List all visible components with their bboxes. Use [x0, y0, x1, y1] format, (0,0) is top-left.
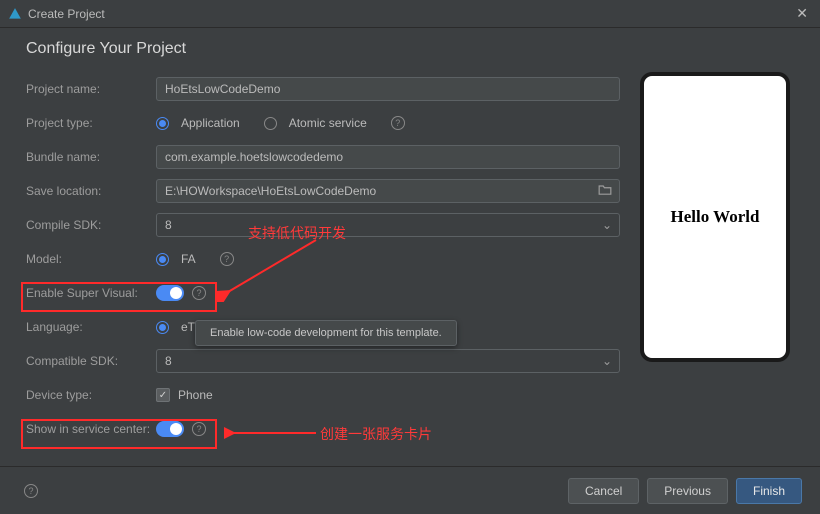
- close-icon[interactable]: ✕: [792, 5, 812, 22]
- toggle-service-center[interactable]: [156, 421, 184, 437]
- compatible-sdk-select[interactable]: 8 ⌄: [156, 349, 620, 373]
- label-compile-sdk: Compile SDK:: [26, 218, 156, 232]
- radio-atomic-service-label: Atomic service: [289, 116, 367, 130]
- radio-atomic-service[interactable]: [264, 117, 277, 130]
- compile-sdk-select[interactable]: 8 ⌄: [156, 213, 620, 237]
- help-icon-super-visual[interactable]: ?: [192, 286, 206, 300]
- checkbox-phone[interactable]: ✓: [156, 388, 170, 402]
- finish-button[interactable]: Finish: [736, 478, 802, 504]
- phone-preview: Hello World: [640, 72, 790, 362]
- window-title: Create Project: [28, 7, 105, 21]
- project-name-input[interactable]: [156, 77, 620, 101]
- tooltip-super-visual: Enable low-code development for this tem…: [195, 320, 457, 346]
- label-project-name: Project name:: [26, 82, 156, 96]
- help-icon-project-type[interactable]: ?: [391, 116, 405, 130]
- toggle-super-visual[interactable]: [156, 285, 184, 301]
- checkbox-phone-label: Phone: [178, 388, 213, 402]
- radio-application-label: Application: [181, 116, 240, 130]
- folder-browse-icon[interactable]: [598, 184, 612, 199]
- help-icon-model[interactable]: ?: [220, 252, 234, 266]
- help-icon-footer[interactable]: ?: [24, 484, 38, 498]
- label-bundle-name: Bundle name:: [26, 150, 156, 164]
- label-project-type: Project type:: [26, 116, 156, 130]
- radio-model-fa-label: FA: [181, 252, 196, 266]
- page-title: Configure Your Project: [26, 40, 794, 58]
- tooltip-text: Enable low-code development for this tem…: [210, 327, 442, 339]
- bundle-name-input[interactable]: [156, 145, 620, 169]
- previous-button[interactable]: Previous: [647, 478, 728, 504]
- label-device-type: Device type:: [26, 388, 156, 402]
- label-model: Model:: [26, 252, 156, 266]
- help-icon-service-center[interactable]: ?: [192, 422, 206, 436]
- radio-language-ets[interactable]: [156, 321, 169, 334]
- radio-model-fa[interactable]: [156, 253, 169, 266]
- radio-application[interactable]: [156, 117, 169, 130]
- label-compatible-sdk: Compatible SDK:: [26, 354, 156, 368]
- save-location-input[interactable]: [156, 179, 620, 203]
- app-logo-icon: [8, 7, 22, 21]
- label-save-location: Save location:: [26, 184, 156, 198]
- label-enable-super-visual: Enable Super Visual:: [26, 286, 156, 300]
- compatible-sdk-value: 8: [165, 354, 172, 368]
- cancel-button[interactable]: Cancel: [568, 478, 639, 504]
- label-show-service-center: Show in service center:: [26, 422, 156, 436]
- label-language: Language:: [26, 320, 156, 334]
- preview-text: Hello World: [671, 207, 760, 227]
- compile-sdk-value: 8: [165, 218, 172, 232]
